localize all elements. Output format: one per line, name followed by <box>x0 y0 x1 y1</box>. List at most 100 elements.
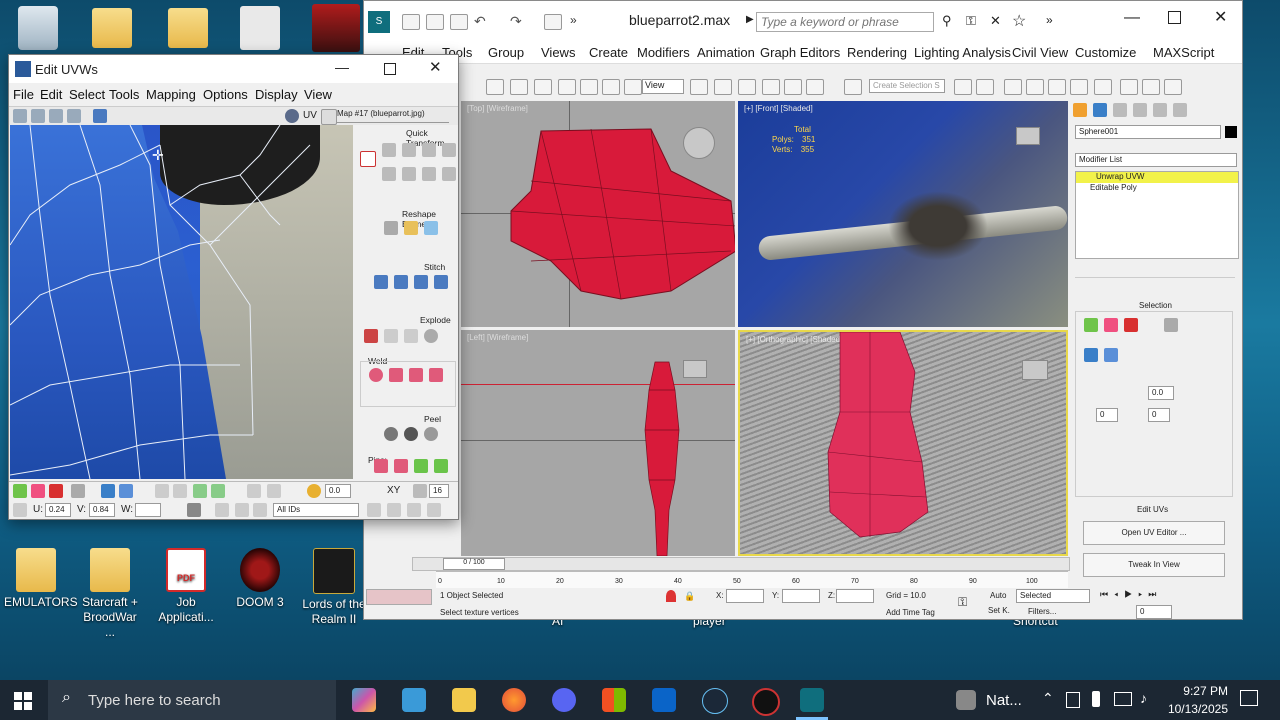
clock-time[interactable]: 9:27 PM <box>1168 684 1228 698</box>
pan-icon[interactable] <box>367 503 381 517</box>
menu-modifiers[interactable]: Modifiers <box>637 45 690 60</box>
freeform-icon[interactable] <box>67 109 81 123</box>
play-icon[interactable]: ▶ <box>1124 589 1138 599</box>
element-mode-icon[interactable] <box>1164 318 1178 332</box>
time-slider[interactable]: 0 / 100 <box>412 557 1070 571</box>
weld-target-icon[interactable] <box>369 368 383 382</box>
render-icon[interactable] <box>1164 79 1182 95</box>
desktop-icon-recycle-bin[interactable] <box>18 6 58 50</box>
viewport-top-label[interactable]: [Top] [Wireframe] <box>467 104 528 113</box>
menu-views[interactable]: Views <box>541 45 575 60</box>
soft-select-icon[interactable] <box>307 484 321 498</box>
rotate-cw-icon[interactable] <box>422 167 436 181</box>
viewport-top[interactable]: [Top] [Wireframe] <box>461 101 735 327</box>
play-search-icon[interactable]: ▶ <box>746 14 754 25</box>
modify-tab-icon[interactable] <box>1093 103 1107 117</box>
ignore-backfacing-icon[interactable] <box>1104 348 1118 362</box>
layer-explorer-icon[interactable] <box>1004 79 1022 95</box>
rotate-icon[interactable] <box>602 79 620 95</box>
checker-icon[interactable] <box>285 109 299 123</box>
render-setup-icon[interactable] <box>1120 79 1138 95</box>
edge-select-icon[interactable] <box>31 484 45 498</box>
spinner-c[interactable]: 0 <box>1148 408 1170 422</box>
uvw-menu-options[interactable]: Options <box>203 87 248 102</box>
reference-coord-dropdown[interactable]: View <box>642 79 684 94</box>
desktop-icon-emulators[interactable]: EMULATORS <box>4 548 78 610</box>
desktop-icon-doom3[interactable]: DOOM 3 <box>228 548 292 610</box>
select-manipulate-icon[interactable] <box>714 79 732 95</box>
3dsmax-taskbar-icon[interactable] <box>800 688 824 712</box>
uv-canvas[interactable]: ✛ <box>10 125 353 479</box>
taskbar-search[interactable]: ⌕ Type here to search <box>48 680 336 720</box>
select-object-icon[interactable] <box>486 79 504 95</box>
rect-region-icon[interactable] <box>534 79 552 95</box>
xy-toggle[interactable]: XY <box>387 485 400 496</box>
hierarchy-tab-icon[interactable] <box>1113 103 1127 117</box>
flatten-settings-icon[interactable] <box>424 329 438 343</box>
uvw-menu-mapping[interactable]: Mapping <box>146 87 196 102</box>
loop-icon[interactable] <box>193 484 207 498</box>
align-x-icon[interactable] <box>382 143 396 157</box>
spinner-a[interactable]: 0.0 <box>1148 386 1174 400</box>
edge-mode-icon[interactable] <box>1104 318 1118 332</box>
new-file-icon[interactable] <box>402 14 420 30</box>
ring-icon[interactable] <box>211 484 225 498</box>
undo-icon[interactable]: ↶ <box>474 13 486 30</box>
desktop-icon-game-a[interactable] <box>240 6 280 50</box>
rollout-stitch[interactable]: Stitch <box>424 262 445 272</box>
snaps-toggle-icon[interactable] <box>738 79 756 95</box>
key-icon[interactable]: ⚿ <box>966 13 976 29</box>
isolate-icon[interactable] <box>666 590 676 602</box>
viewport-left-label[interactable]: [Left] [Wireframe] <box>467 333 528 342</box>
tray-volume-icon[interactable]: ♪ <box>1140 690 1147 706</box>
align-y-icon[interactable] <box>402 143 416 157</box>
tools-icon[interactable]: ✕ <box>990 13 1001 29</box>
discord-icon[interactable] <box>552 688 576 712</box>
object-name-field[interactable]: Sphere001 <box>1075 125 1221 139</box>
nhl-icon[interactable] <box>956 690 976 710</box>
menu-customize[interactable]: Customize <box>1075 45 1136 60</box>
zoom-icon[interactable] <box>387 503 401 517</box>
straighten-icon[interactable] <box>384 221 398 235</box>
uvw-menu-tools[interactable]: Tools <box>109 87 139 102</box>
texture-list-icon[interactable] <box>321 109 337 125</box>
clock-date[interactable]: 10/13/2025 <box>1156 702 1228 716</box>
uvw-minimize-icon[interactable]: — <box>335 59 349 75</box>
pin-edges-icon[interactable] <box>434 459 448 473</box>
space-v-icon[interactable] <box>402 167 416 181</box>
selection-set-dropdown[interactable]: Create Selection S <box>869 79 945 93</box>
menu-civil-view[interactable]: Civil View <box>1012 45 1068 60</box>
uvw-maximize-icon[interactable] <box>384 63 396 75</box>
falloff-icon[interactable] <box>413 484 427 498</box>
selection-rollout-title[interactable]: Selection <box>1139 301 1172 310</box>
display-tab-icon[interactable] <box>1153 103 1167 117</box>
desktop-icon-lords-of-the-realm[interactable]: Lords of the Realm II <box>302 548 366 627</box>
stitch-target-icon[interactable] <box>394 275 408 289</box>
uvw-menu-edit[interactable]: Edit <box>40 87 62 102</box>
tray-usb-icon[interactable] <box>1092 691 1100 707</box>
maximize-icon[interactable] <box>1168 11 1181 24</box>
copilot-icon[interactable] <box>352 688 376 712</box>
viewcube-icon[interactable] <box>1022 360 1048 380</box>
mirror-icon[interactable] <box>954 79 972 95</box>
move-uv-icon[interactable] <box>13 109 27 123</box>
vertex-select-icon[interactable] <box>13 484 27 498</box>
align-bottom-icon[interactable] <box>442 167 456 181</box>
menu-maxscript[interactable]: MAXScript <box>1153 45 1214 60</box>
align-icon[interactable] <box>976 79 994 95</box>
lock-selection-icon[interactable] <box>187 503 201 517</box>
filters-button[interactable]: Filters... <box>1028 607 1056 616</box>
minimize-icon[interactable]: — <box>1124 9 1140 27</box>
viewport-front[interactable]: [+] [Front] [Shaded] Total Polys: 351 Ve… <box>738 101 1068 327</box>
stitch-source-icon[interactable] <box>374 275 388 289</box>
store-icon[interactable] <box>602 688 626 712</box>
expand-icon[interactable]: » <box>1046 13 1053 27</box>
rotate-90-icon[interactable] <box>422 143 436 157</box>
key-filter-dropdown[interactable]: Selected <box>1016 589 1090 603</box>
binoculars-icon[interactable]: ⚲ <box>942 13 952 29</box>
menu-lighting-analysis[interactable]: Lighting Analysis <box>914 45 1011 60</box>
set-key-icon[interactable]: ⚿ <box>958 595 967 610</box>
lock-icon[interactable]: 🔒 <box>684 591 695 602</box>
edit-uvs-rollout-title[interactable]: Edit UVs <box>1137 505 1168 514</box>
w-field[interactable] <box>135 503 161 517</box>
